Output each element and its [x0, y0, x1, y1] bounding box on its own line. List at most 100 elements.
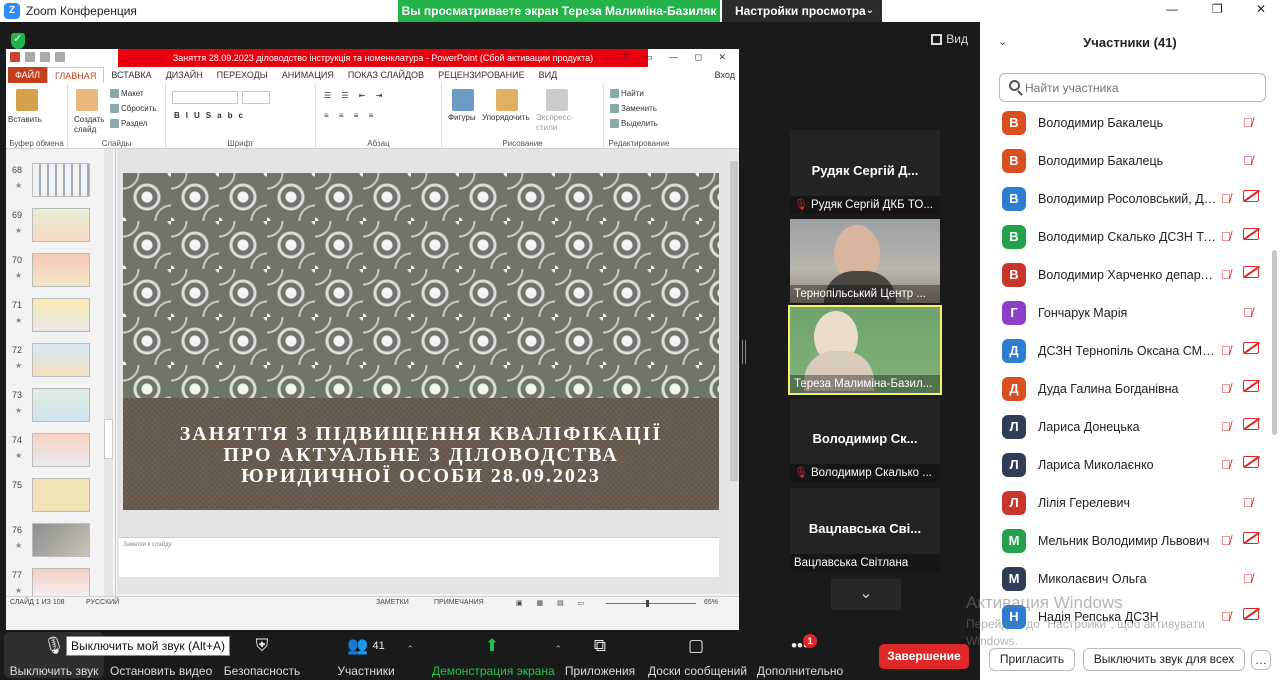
font-name-box — [172, 91, 238, 104]
participant-search[interactable] — [999, 73, 1266, 102]
security-button[interactable]: ⛨ Безопасность — [222, 634, 302, 678]
participants-button[interactable]: 👥 41 Участники ⌃ — [328, 634, 414, 678]
slide-thumbnail: 74 ★ — [12, 433, 112, 473]
participant-row[interactable]: Л Лариса Донецька 🎙̸ — [980, 408, 1270, 446]
avatar: Д — [1002, 377, 1026, 401]
tile-caption: Вацлавська Світлана — [790, 554, 940, 572]
slide-thumbnail: 71 ★ — [12, 298, 112, 338]
participant-row[interactable]: Д ДСЗН Тернопіль Оксана СМО... 🎙̸ — [980, 332, 1270, 370]
video-off-icon — [1243, 608, 1259, 620]
more-button[interactable]: ••• Дополнительно — [756, 634, 844, 678]
muted-mic-icon: 🎙̸ — [1221, 191, 1231, 206]
replace-button: Заменить — [610, 104, 657, 114]
quick-access-toolbar — [10, 52, 65, 62]
current-slide: ЗАНЯТТЯ З ПІДВИЩЕННЯ КВАЛІФІКАЦІЇ ПРО АК… — [123, 173, 719, 510]
thumbnail-number: 73 — [12, 390, 23, 400]
close-icon[interactable]: ✕ — [1256, 2, 1266, 16]
participant-row[interactable]: В Володимир Росоловський, ДС... 🎙̸ — [980, 180, 1270, 218]
undo-icon — [25, 52, 35, 62]
zoom-logo-icon: Z — [4, 3, 20, 19]
tile-caption: Тернопільський Центр ... — [790, 285, 940, 303]
invite-button[interactable]: Пригласить — [989, 648, 1075, 671]
avatar: Л — [1002, 453, 1026, 477]
slide-title-line-3: ЮРИДИЧНОЇ ОСОБИ 28.09.2023 — [241, 465, 601, 487]
participant-row[interactable]: В Володимир Харченко департа... 🎙̸ — [980, 256, 1270, 294]
video-tile[interactable]: Володимир Ск... 🎙 Володимир Скалько ... — [790, 398, 940, 482]
tile-name: Володимир Ск... — [812, 431, 918, 446]
tab-file: ФАЙЛ — [8, 67, 48, 83]
participant-row[interactable]: В Володимир Бакалець 🎙̸ — [980, 142, 1270, 180]
avatar: В — [1002, 149, 1026, 173]
ribbon-group-paragraph: ☰ ☰ ⇤ ⇥ ≡ ≡ ≡ ≡ Абзац — [316, 83, 442, 149]
splitter-handle[interactable] — [742, 340, 746, 364]
participants-panel: — ❐ ✕ ⌄ Участники (41) В Володимир Бакал… — [980, 0, 1280, 680]
thumbnail-image — [32, 523, 90, 557]
participant-row[interactable]: В Володимир Скалько ДСЗН Те... 🎙̸ — [980, 218, 1270, 256]
tab-review: РЕЦЕНЗИРОВАНИЕ — [438, 70, 525, 80]
view-button[interactable]: Вид — [931, 32, 968, 46]
section-label: Раздел — [121, 119, 148, 128]
tile-caption: 🎙 Володимир Скалько ... — [790, 464, 940, 482]
paste-label: Вставить — [8, 115, 42, 124]
video-tile[interactable]: Вацлавська Сві... Вацлавська Світлана — [790, 488, 940, 572]
animation-star-icon: ★ — [15, 181, 23, 190]
slide-thumbnail: 69 ★ — [12, 208, 112, 248]
video-tile[interactable]: Тернопільський Центр ... — [790, 219, 940, 303]
participant-row[interactable]: Н Надія Репська ДСЗН 🎙̸ — [980, 598, 1270, 629]
muted-mic-icon: 🎙̸ — [1221, 609, 1231, 624]
slide-thumbnail: 75 — [12, 478, 112, 518]
participant-search-input[interactable] — [1025, 78, 1255, 98]
whiteboard-icon: ▢ — [687, 636, 705, 655]
video-tile-active-speaker[interactable]: Тереза Малиміна-Базил... — [788, 305, 942, 395]
caret-up-icon[interactable]: ⌃ — [554, 644, 562, 655]
more-options-button[interactable]: … — [1251, 650, 1271, 670]
minimize-icon[interactable]: — — [1166, 2, 1178, 16]
participant-row[interactable]: В Володимир Бакалець 🎙̸ — [980, 104, 1270, 142]
window-title: Zoom Конференция — [26, 4, 137, 18]
video-scroll-down-button[interactable]: ⌄ — [831, 579, 901, 610]
animation-star-icon: ★ — [15, 451, 23, 460]
status-comments: ПРИМЕЧАНИЯ — [434, 599, 484, 606]
tile-caption-text: Тернопільський Центр ... — [794, 288, 926, 300]
muted-mic-icon: 🎙̸ — [1243, 571, 1253, 586]
video-off-icon — [1243, 190, 1259, 202]
video-off-icon — [1243, 418, 1259, 430]
slide-thumbnail: 76 ★ — [12, 523, 112, 563]
caret-up-icon[interactable]: ⌃ — [406, 644, 414, 655]
participant-row[interactable]: М Мельник Володимир Львович 🎙̸ — [980, 522, 1270, 560]
view-mode-icons: ▣ ▦ ▤ ▭ — [516, 600, 591, 607]
slide-editor: ЗАНЯТТЯ З ПІДВИЩЕННЯ КВАЛІФІКАЦІЇ ПРО АК… — [117, 149, 739, 594]
participant-row[interactable]: Л Лариса Миколаєнко 🎙̸ — [980, 446, 1270, 484]
participants-scrollbar[interactable] — [1272, 250, 1277, 435]
avatar: Н — [1002, 605, 1026, 629]
end-meeting-button[interactable]: Завершение — [879, 644, 969, 669]
slide-thumbnail: 70 ★ — [12, 253, 112, 293]
slide-scroll-thumb — [730, 161, 738, 481]
font-group-label: Шрифт — [227, 139, 254, 148]
share-screen-button[interactable]: ⬆ Демонстрация экрана ⌃ — [432, 634, 562, 678]
muted-mic-icon: 🎙̸ — [1221, 381, 1231, 396]
slide-scrollbar — [729, 149, 739, 594]
more-label: Дополнительно — [756, 664, 844, 678]
thumbnails-scroll-thumb — [104, 419, 113, 459]
replace-icon — [610, 104, 619, 114]
mute-label: Выключить звук — [9, 664, 99, 678]
participant-row[interactable]: Г Гончарук Марія 🎙̸ — [980, 294, 1270, 332]
view-button-label: Вид — [946, 32, 968, 46]
video-tile[interactable]: Рудяк Сергій Д... 🎙 Рудяк Сергій ДКБ ТО..… — [790, 130, 940, 214]
animation-star-icon: ★ — [15, 541, 23, 550]
participant-row[interactable]: Л Лілія Герелевич 🎙̸ — [980, 484, 1270, 522]
apps-button[interactable]: ⧉ Приложения — [562, 634, 638, 678]
participant-row[interactable]: Д Дуда Галина Богданівна 🎙̸ — [980, 370, 1270, 408]
maximize-icon[interactable]: ❐ — [1212, 2, 1223, 16]
whiteboards-button[interactable]: ▢ Доски сообщений — [648, 634, 747, 678]
participant-row[interactable]: М Миколаєвич Ольга 🎙̸ — [980, 560, 1270, 598]
mute-all-button[interactable]: Выключить звук для всех — [1083, 648, 1245, 671]
participant-name: Миколаєвич Ольга — [1038, 572, 1147, 586]
find-icon — [610, 89, 619, 99]
encryption-shield-icon[interactable] — [11, 32, 25, 49]
view-options-button[interactable]: Настройки просмотра ⌄ — [722, 0, 882, 22]
font-size-box — [242, 91, 270, 104]
participants-footer: Пригласить Выключить звук для всех … — [980, 630, 1280, 680]
participant-name: ДСЗН Тернопіль Оксана СМО... — [1038, 344, 1218, 358]
